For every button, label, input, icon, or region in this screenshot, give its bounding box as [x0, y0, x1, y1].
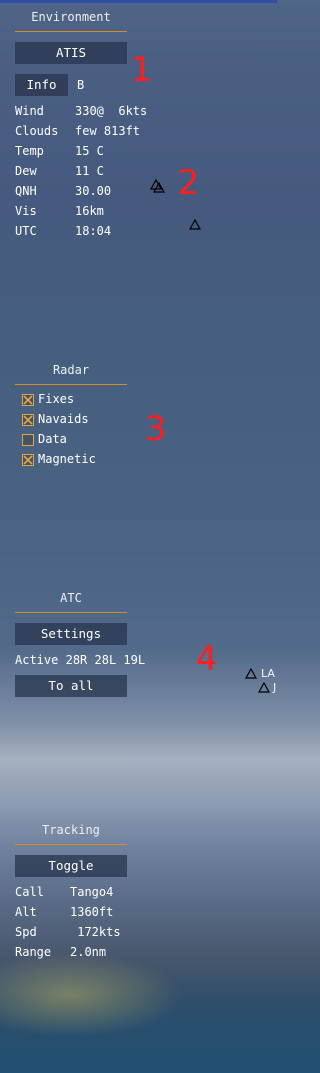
- magnetic-checkbox[interactable]: [22, 454, 34, 466]
- atis-button[interactable]: ATIS: [15, 42, 127, 64]
- navaids-checkbox-label[interactable]: Navaids: [38, 412, 89, 426]
- fix-marker-icon[interactable]: [149, 178, 167, 194]
- wind-row: Wind 330@ 6kts: [15, 102, 147, 120]
- vis-value: 16km: [75, 204, 104, 218]
- data-checkbox-label[interactable]: Data: [38, 432, 67, 446]
- vis-label: Vis: [15, 204, 37, 218]
- call-label: Call: [15, 885, 44, 899]
- tracking-title: Tracking: [42, 823, 100, 837]
- clouds-label: Clouds: [15, 124, 59, 138]
- atis-info-code: B: [77, 78, 85, 92]
- vis-row: Vis 16km: [15, 202, 104, 220]
- environment-title: Environment: [31, 10, 111, 24]
- alt-label: Alt: [15, 905, 37, 919]
- speed-label: Spd: [15, 925, 37, 939]
- tracking-toggle-button[interactable]: Toggle: [15, 855, 127, 877]
- dew-value: 11 C: [75, 164, 104, 178]
- call-value: Tango4: [70, 885, 114, 899]
- fix-marker-icon[interactable]: [189, 219, 201, 231]
- wind-value: 330@ 6kts: [75, 104, 148, 118]
- utc-label: UTC: [15, 224, 37, 238]
- utc-row: UTC 18:04: [15, 222, 111, 240]
- annotation-4: 4: [196, 639, 218, 679]
- active-runways-row: Active 28R 28L 19L: [15, 651, 145, 669]
- speed-row: Spd 172kts: [15, 923, 121, 941]
- radar-divider: [15, 384, 127, 385]
- utc-value: 18:04: [75, 224, 112, 238]
- data-checkbox[interactable]: [22, 434, 34, 446]
- info-button[interactable]: Info: [15, 74, 68, 96]
- checkmark-x-icon: [23, 455, 33, 465]
- qnh-value: 30.00: [75, 184, 112, 198]
- atc-divider: [15, 612, 127, 613]
- fixes-checkbox-label[interactable]: Fixes: [38, 392, 74, 406]
- qnh-label: QNH: [15, 184, 37, 198]
- checkmark-x-icon: [23, 395, 33, 405]
- temp-value: 15 C: [75, 144, 104, 158]
- top-border: [0, 0, 277, 3]
- dew-label: Dew: [15, 164, 37, 178]
- annotation-1: 1: [131, 50, 153, 90]
- atc-title: ATC: [60, 591, 82, 605]
- map-fix-label-la: LA: [261, 667, 275, 680]
- magnetic-checkbox-label[interactable]: Magnetic: [38, 452, 96, 466]
- atc-settings-button[interactable]: Settings: [15, 623, 127, 645]
- map-fix-label-j: J: [273, 681, 277, 694]
- wind-label: Wind: [15, 104, 44, 118]
- speed-value: 172kts: [70, 925, 121, 939]
- fix-marker-icon[interactable]: [245, 668, 257, 680]
- to-all-button[interactable]: To all: [15, 675, 127, 697]
- dew-row: Dew 11 C: [15, 162, 104, 180]
- active-runways-label: Active: [15, 653, 59, 667]
- navaids-checkbox[interactable]: [22, 414, 34, 426]
- annotation-2: 2: [178, 163, 200, 203]
- active-runways-value: 28R 28L 19L: [65, 653, 146, 667]
- temp-row: Temp 15 C: [15, 142, 104, 160]
- temp-label: Temp: [15, 144, 44, 158]
- range-row: Range 2.0nm: [15, 943, 106, 961]
- annotation-3: 3: [145, 409, 167, 449]
- clouds-row: Clouds few 813ft: [15, 122, 140, 140]
- range-value: 2.0nm: [70, 945, 107, 959]
- fix-marker-icon[interactable]: [258, 682, 270, 694]
- qnh-row: QNH 30.00: [15, 182, 111, 200]
- checkmark-x-icon: [23, 415, 33, 425]
- clouds-value: few 813ft: [75, 124, 141, 138]
- alt-value: 1360ft: [70, 905, 114, 919]
- environment-divider: [15, 31, 127, 32]
- call-row: Call Tango4: [15, 883, 113, 901]
- alt-row: Alt 1360ft: [15, 903, 113, 921]
- range-label: Range: [15, 945, 52, 959]
- radar-title: Radar: [52, 363, 90, 377]
- fixes-checkbox[interactable]: [22, 394, 34, 406]
- tracking-divider: [15, 844, 127, 845]
